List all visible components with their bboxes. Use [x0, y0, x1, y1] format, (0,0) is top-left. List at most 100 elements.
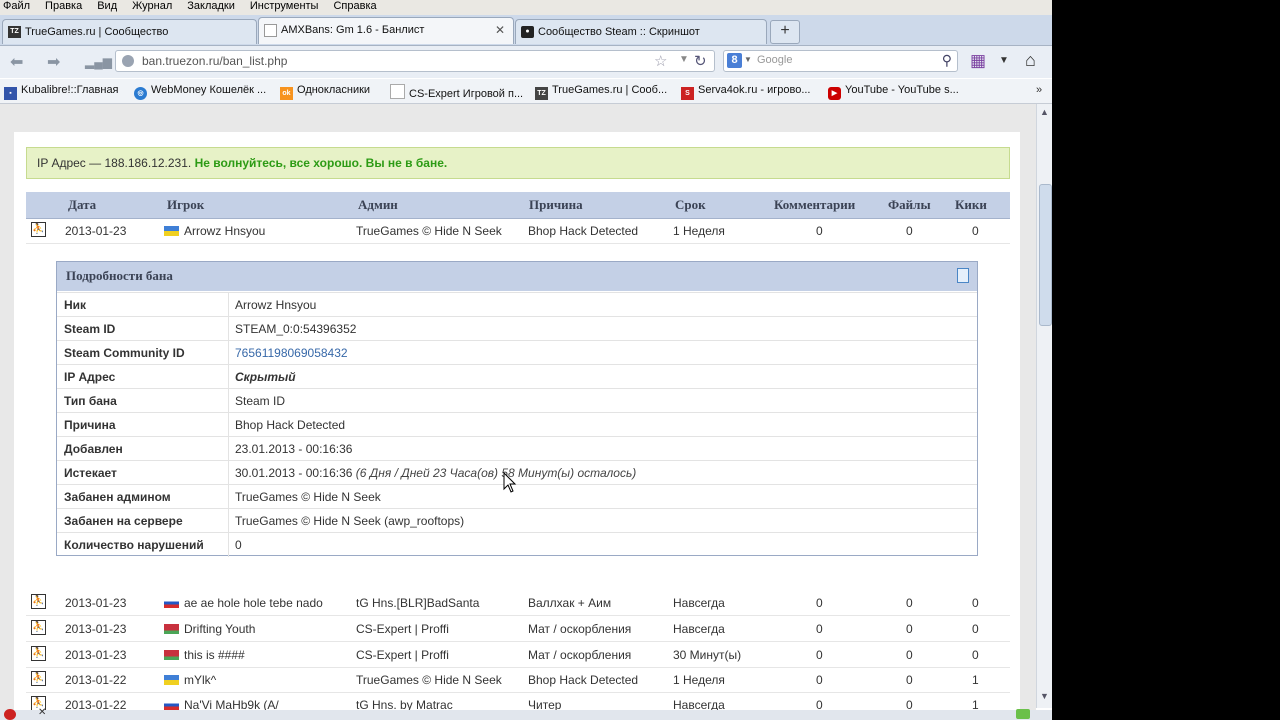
bookmark-webmoney[interactable]: ◎ WebMoney Кошелёк ...	[134, 84, 266, 100]
player-name: Drifting Youth	[184, 622, 256, 636]
menu-dropdown-icon[interactable]: ▼	[999, 55, 1009, 66]
address-text: ban.truezon.ru/ban_list.php	[142, 54, 287, 68]
close-tab-icon[interactable]: ✕	[495, 18, 505, 42]
table-row[interactable]: ⛹ 2013-01-23 Drifting Youth CS-Expert | …	[26, 616, 1010, 642]
player-name: mYlk^	[184, 673, 217, 687]
menu-file[interactable]: Файл	[0, 0, 33, 13]
menu-history[interactable]: Журнал	[129, 0, 175, 13]
reload-icon[interactable]: ↻	[694, 52, 707, 70]
menu-tools[interactable]: Инструменты	[247, 0, 322, 13]
ban-details-title: Подробности бана	[57, 262, 977, 291]
row-term: 30 Минут(ы)	[673, 648, 742, 662]
bookmark-star-icon[interactable]: ☆	[654, 52, 667, 70]
addon-status-icon[interactable]	[1016, 709, 1030, 719]
row-comments: 0	[816, 622, 823, 636]
detail-value: Arrowz Hnsyou	[235, 298, 317, 312]
address-path: /ban_list.php	[219, 54, 288, 68]
adblock-icon[interactable]	[4, 709, 16, 720]
tab-amxbans[interactable]: AMXBans: Gm 1.6 - Банлист ✕	[258, 17, 514, 44]
address-bar[interactable]: ban.truezon.ru/ban_list.php ☆ ▼ ↻	[115, 50, 715, 72]
signal-icon: ▂▄▆	[85, 55, 112, 69]
table-row[interactable]: ⛹ 2013-01-22 mYlk^ TrueGames © Hide N Se…	[26, 667, 1010, 693]
row-kicks: 0	[972, 224, 979, 238]
scrollbar-thumb[interactable]	[1039, 184, 1052, 326]
chevron-down-icon[interactable]: ▼	[679, 54, 689, 65]
row-admin: CS-Expert | Proffi	[356, 648, 449, 662]
bookmark-odnoklassniki[interactable]: ok Однокласники	[280, 84, 370, 100]
row-reason: Мат / оскорбления	[528, 622, 632, 636]
row-files: 0	[906, 648, 913, 662]
detail-key: Истекает	[64, 466, 117, 480]
addons-grid-icon[interactable]: ▦	[970, 51, 986, 71]
close-icon[interactable]: ✕	[38, 707, 46, 718]
bookmark-kubalibre[interactable]: ▪ Kubalibre!::Главная	[4, 84, 119, 100]
address-domain: ban.truezon.ru	[142, 54, 220, 68]
page-favicon-icon	[264, 24, 277, 37]
row-files: 0	[906, 596, 913, 610]
detail-key: Steam ID	[64, 322, 116, 336]
new-tab-button[interactable]: +	[770, 20, 800, 44]
browser-window: Файл Правка Вид Журнал Закладки Инструменты Сп…	[0, 0, 1052, 720]
detail-row-server: Забанен на сервере TrueGames © Hide N See…	[57, 508, 977, 533]
tab-truegames[interactable]: TZ TrueGames.ru | Сообщество	[2, 19, 257, 44]
table-row[interactable]: ⛹ 2013-01-23 this is #### CS-Expert | Pr…	[26, 642, 1010, 668]
detail-row-added: Добавлен 23.01.2013 - 00:16:36	[57, 436, 977, 461]
detail-key: Steam Community ID	[64, 346, 185, 360]
google-icon[interactable]: 8	[727, 53, 742, 68]
mouse-cursor-icon	[503, 472, 517, 493]
bookmarks-overflow-icon[interactable]: »	[1036, 84, 1042, 96]
tab-label: AMXBans: Gm 1.6 - Банлист	[281, 24, 425, 36]
row-reason: Bhop Hack Detected	[528, 673, 639, 687]
home-icon[interactable]: ⌂	[1025, 50, 1036, 71]
player-name: this is ####	[184, 648, 245, 662]
menu-bookmarks[interactable]: Закладки	[184, 0, 238, 13]
tz-icon: TZ	[535, 87, 548, 100]
tab-steam[interactable]: ● Сообщество Steam :: Скриншот	[515, 19, 767, 44]
col-reason[interactable]: Причина	[529, 197, 583, 213]
flag-ru-icon	[164, 598, 179, 608]
bookmark-cs-expert[interactable]: CS-Expert Игровой п...	[390, 84, 523, 100]
row-date: 2013-01-23	[65, 648, 127, 662]
col-comments[interactable]: Комментарии	[774, 197, 855, 213]
menu-edit[interactable]: Правка	[42, 0, 85, 13]
table-row[interactable]: ⛹ 2013-01-23 ae ae hole hole tebe nado t…	[26, 590, 1010, 616]
col-date[interactable]: Дата	[68, 197, 96, 213]
col-term[interactable]: Срок	[675, 197, 706, 213]
bookmark-label: CS-Expert Игровой п...	[409, 88, 524, 100]
menu-help[interactable]: Справка	[330, 0, 379, 13]
vertical-scrollbar[interactable]: ▲ ▼	[1036, 104, 1052, 708]
bookmark-label: Kubalibre!::Главная	[21, 84, 119, 96]
counter-strike-icon: ⛹	[31, 620, 46, 635]
col-admin[interactable]: Админ	[358, 197, 398, 213]
engine-dropdown-icon[interactable]: ▼	[744, 55, 752, 64]
search-icon[interactable]: ⚲	[942, 52, 952, 69]
col-files[interactable]: Файлы	[888, 197, 931, 213]
detail-key: Количество нарушений	[64, 538, 204, 552]
row-player: Arrowz Hnsyou	[164, 224, 265, 238]
row-kicks: 1	[972, 673, 979, 687]
youtube-icon: ▶	[828, 87, 841, 100]
menu-view[interactable]: Вид	[94, 0, 120, 13]
row-date: 2013-01-23	[65, 622, 127, 636]
row-player: this is ####	[164, 648, 245, 662]
bookmark-serva4ok[interactable]: S Serva4ok.ru - игрово...	[681, 84, 810, 100]
row-term: Навсегда	[673, 622, 725, 636]
scroll-down-icon[interactable]: ▼	[1040, 691, 1049, 701]
search-box[interactable]: 8 ▼ Google ⚲	[723, 50, 958, 72]
row-player: ae ae hole hole tebe nado	[164, 596, 323, 610]
col-kicks[interactable]: Кики	[955, 197, 987, 213]
back-icon[interactable]: ⬅	[10, 52, 23, 72]
steam-community-link[interactable]: 76561198069058432	[235, 346, 348, 360]
bookmark-youtube[interactable]: ▶ YouTube - YouTube s...	[828, 84, 959, 100]
detail-value: Скрытый	[235, 370, 296, 384]
row-files: 0	[906, 224, 913, 238]
row-date: 2013-01-22	[65, 673, 127, 687]
player-name: Arrowz Hnsyou	[184, 224, 266, 238]
table-row[interactable]: ⛹ 2013-01-23 Arrowz Hnsyou TrueGames © H…	[26, 218, 1010, 244]
page-icon	[390, 84, 405, 99]
document-icon[interactable]	[957, 268, 969, 283]
scroll-up-icon[interactable]: ▲	[1040, 107, 1049, 117]
col-player[interactable]: Игрок	[167, 197, 204, 213]
bookmark-truegames[interactable]: TZ TrueGames.ru | Сооб...	[535, 84, 667, 100]
forward-icon[interactable]: ➡	[47, 52, 60, 72]
